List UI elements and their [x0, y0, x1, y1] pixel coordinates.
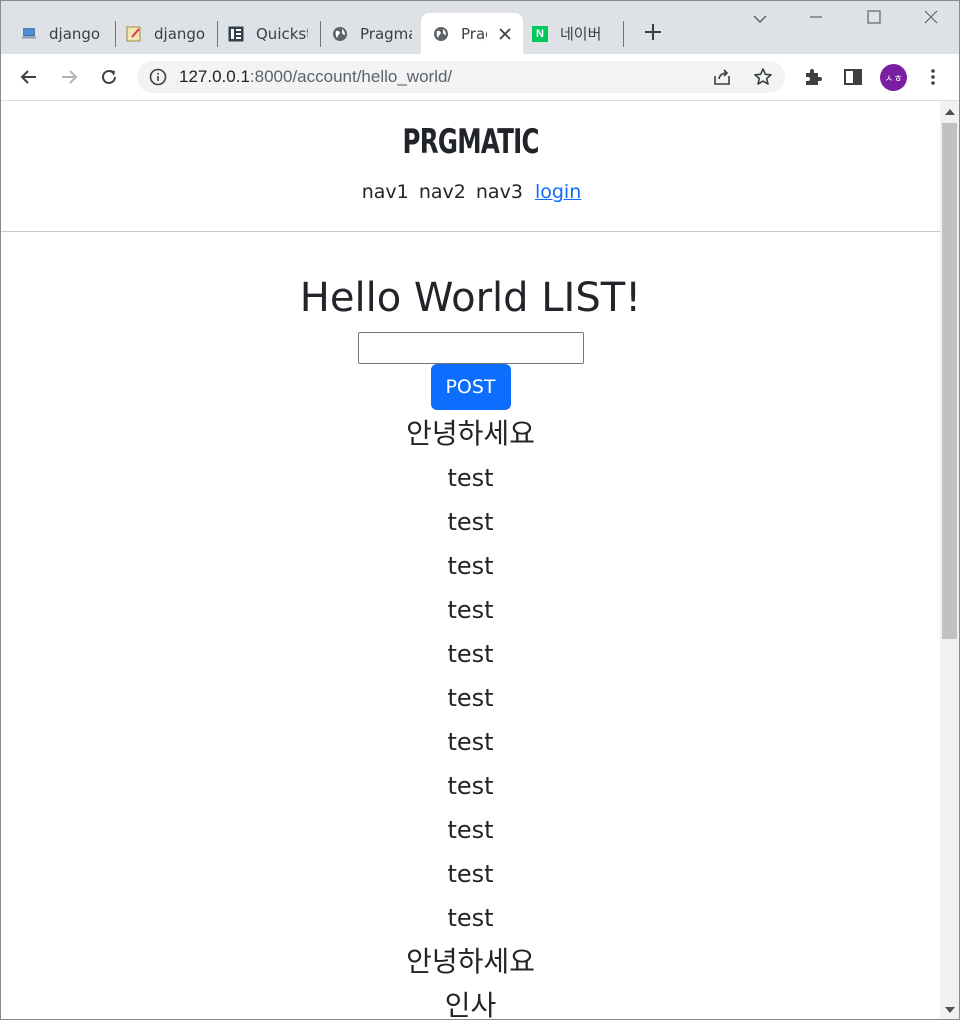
tab-django-2[interactable]: django: [126, 13, 206, 54]
tab-title: Prag: [461, 24, 487, 43]
list-item: test: [447, 904, 494, 932]
tab-separator: [217, 21, 218, 47]
globe-icon: [332, 26, 348, 42]
login-link[interactable]: login: [535, 181, 581, 203]
url-text[interactable]: 127.0.0.1:8000/account/hello_world/: [179, 67, 452, 87]
list-item: test: [447, 728, 494, 756]
list-item: test: [447, 596, 494, 624]
list-item: test: [447, 772, 494, 800]
extensions-puzzle-icon[interactable]: [803, 67, 823, 87]
nav-item-3: nav3: [475, 181, 523, 203]
back-button[interactable]: [14, 62, 44, 92]
list-item: test: [447, 684, 494, 712]
tab-title: Pragma: [360, 24, 412, 43]
main-content: Hello World LIST! POST 안녕하세요 test test t…: [1, 272, 940, 1019]
list-item: 안녕하세요: [406, 945, 535, 978]
tab-separator: [623, 21, 624, 47]
reload-button[interactable]: [94, 62, 124, 92]
list-item: test: [447, 860, 494, 888]
list-item: test: [447, 816, 494, 844]
side-panel-icon[interactable]: [843, 67, 863, 87]
hello-world-list: 안녕하세요 test test test test test test test…: [1, 412, 940, 1019]
notepad-icon: [126, 26, 142, 42]
minimize-button[interactable]: [801, 9, 831, 28]
new-tab-button[interactable]: [639, 18, 667, 46]
site-info-icon[interactable]: [149, 68, 167, 86]
nav-item-2: nav2: [418, 181, 466, 203]
site-logo[interactable]: PRGMATIC: [402, 121, 539, 163]
tab-title: Quickst: [256, 24, 308, 43]
browser-menu-icon[interactable]: [923, 67, 943, 87]
naver-icon-letter: N: [532, 25, 548, 42]
share-icon[interactable]: [712, 67, 732, 87]
list-item: 인사: [444, 989, 497, 1019]
tab-django-1[interactable]: django: [21, 13, 103, 54]
tab-separator: [115, 21, 116, 47]
tab-separator: [320, 21, 321, 47]
bookmark-star-icon[interactable]: [753, 67, 773, 87]
forward-button[interactable]: [54, 62, 84, 92]
nav-item-1: nav1: [361, 181, 409, 203]
url-host: 127.0.0.1: [179, 67, 250, 86]
browser-toolbar: 127.0.0.1:8000/account/hello_world/ ㅅㅎ: [1, 54, 959, 101]
tab-pragmatic-1[interactable]: Pragma: [332, 13, 412, 54]
scrollbar-thumb[interactable]: [942, 123, 957, 639]
close-window-button[interactable]: [916, 9, 946, 28]
tab-pragmatic-active[interactable]: Prag: [421, 13, 523, 54]
list-item: test: [447, 508, 494, 536]
globe-icon: [433, 26, 449, 42]
tab-title: django: [154, 24, 206, 43]
tab-quickstart[interactable]: Quickst: [228, 13, 308, 54]
header-divider: [1, 231, 940, 232]
list-item: test: [447, 640, 494, 668]
page-title: Hello World LIST!: [299, 275, 642, 321]
site-header: PRGMATIC nav1 nav2 nav3 login: [1, 101, 940, 203]
tab-search-icon[interactable]: [745, 9, 775, 28]
list-item: 안녕하세요: [406, 417, 535, 450]
document-panel-icon: [228, 26, 244, 42]
laptop-icon: [21, 26, 37, 42]
scroll-down-arrow-icon[interactable]: [945, 1007, 955, 1013]
tab-strip: django django Quickst Pragma Pra N 네이버: [1, 1, 959, 54]
tab-title: 네이버: [560, 25, 602, 43]
profile-avatar[interactable]: ㅅㅎ: [880, 64, 907, 91]
browser-window: django django Quickst Pragma Pra N 네이버 1…: [0, 0, 960, 1020]
page-scrollbar[interactable]: [940, 101, 959, 1019]
page-viewport: PRGMATIC nav1 nav2 nav3 login Hello Worl…: [1, 101, 940, 1019]
post-button[interactable]: POST: [430, 364, 511, 410]
list-item: test: [447, 552, 494, 580]
close-tab-icon[interactable]: [499, 25, 511, 44]
scroll-up-arrow-icon[interactable]: [945, 109, 955, 115]
site-nav: nav1 nav2 nav3 login: [1, 181, 940, 203]
maximize-button[interactable]: [859, 9, 889, 28]
list-item: test: [447, 464, 494, 492]
naver-icon: N: [532, 25, 548, 42]
url-path: :8000/account/hello_world/: [249, 67, 453, 86]
tab-title: django: [49, 24, 101, 43]
tab-naver[interactable]: N 네이버: [532, 13, 612, 54]
hello-world-input[interactable]: [357, 332, 584, 364]
address-bar[interactable]: 127.0.0.1:8000/account/hello_world/: [137, 61, 785, 93]
